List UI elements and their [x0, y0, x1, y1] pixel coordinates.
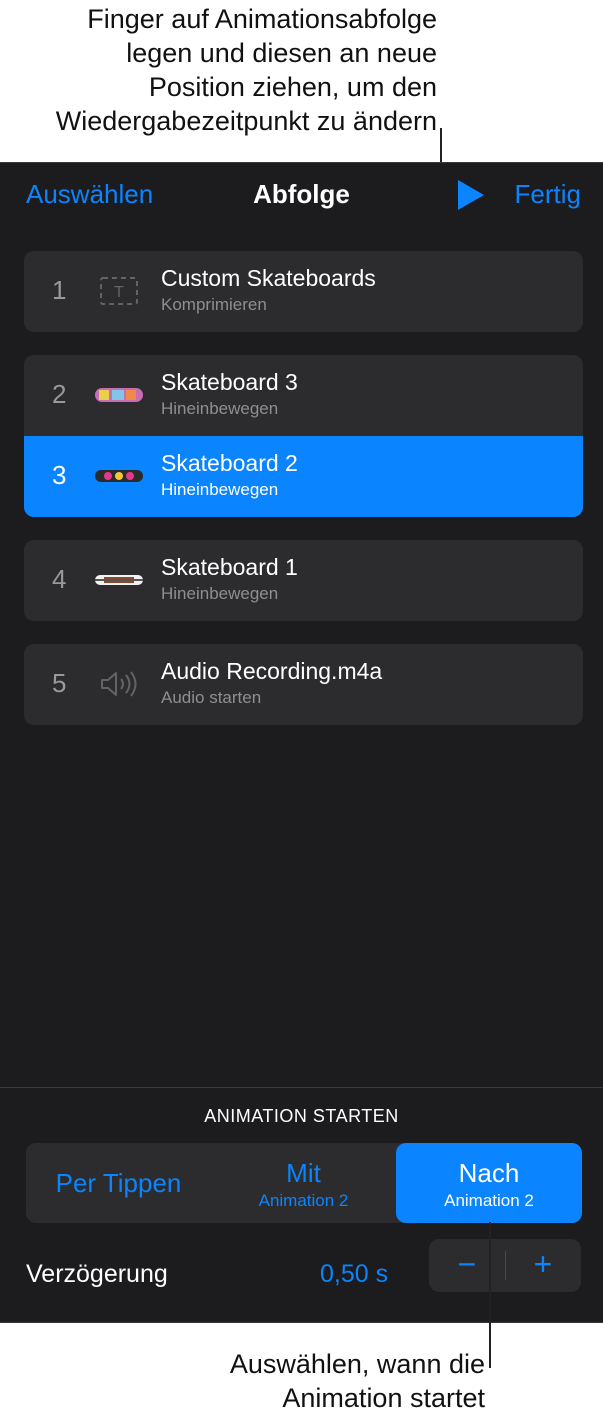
speaker-icon: [101, 671, 137, 697]
build-item-selected[interactable]: 3 Skateboard 2 Hineinbewegen: [24, 436, 583, 517]
item-subtitle: Hineinbewegen: [161, 584, 279, 603]
section-heading: ANIMATION STARTEN: [204, 1106, 399, 1126]
build-item[interactable]: 5 Audio Recording.m4a Audio starten: [24, 644, 583, 725]
svg-text:T: T: [114, 284, 124, 301]
item-number: 3: [52, 460, 67, 490]
segment-label: Nach: [458, 1158, 520, 1188]
skateboard-thumbnail: [95, 470, 143, 482]
segment-label: Mit: [286, 1158, 321, 1188]
delay-value: 0,50 s: [320, 1260, 389, 1288]
item-number: 5: [52, 668, 67, 698]
callout-line: legen und diesen an neue: [126, 38, 437, 68]
delay-stepper: − +: [429, 1239, 581, 1292]
item-title: Skateboard 2: [161, 450, 298, 476]
start-segmented-control: Per Tippen Mit Animation 2 Nach Animatio…: [26, 1143, 582, 1223]
item-title: Skateboard 1: [161, 554, 298, 580]
callout-leader-line: [489, 1222, 491, 1368]
build-item[interactable]: 4 Skateboard 1 Hineinbewegen: [24, 540, 583, 621]
delay-label: Verzögerung: [26, 1260, 168, 1288]
item-title: Skateboard 3: [161, 369, 298, 395]
item-number: 1: [52, 275, 67, 305]
item-number: 2: [52, 379, 67, 409]
page-title: Abfolge: [253, 179, 350, 209]
play-icon[interactable]: [458, 180, 484, 210]
callout-line: Wiedergabezeitpunkt zu ändern: [55, 106, 437, 136]
callout-line: Auswählen, wann die: [229, 1349, 485, 1379]
skateboard-thumbnail: [95, 388, 143, 402]
item-subtitle: Komprimieren: [161, 295, 267, 314]
segment-sublabel: Animation 2: [258, 1191, 349, 1210]
callout-line: Position ziehen, um den: [148, 72, 437, 102]
item-subtitle: Audio starten: [161, 688, 262, 707]
divider: [0, 1087, 603, 1088]
segment-on-tap[interactable]: Per Tippen: [26, 1143, 211, 1223]
callout-reorder: Finger auf Animationsabfolge legen und d…: [7, 2, 437, 138]
skateboard-thumbnail: [95, 575, 143, 585]
item-subtitle: Hineinbewegen: [161, 480, 279, 499]
callout-line: Finger auf Animationsabfolge: [87, 4, 437, 34]
item-title: Audio Recording.m4a: [161, 658, 383, 684]
segment-with[interactable]: Mit Animation 2: [211, 1143, 396, 1223]
header-bar: Auswählen Abfolge Fertig: [0, 163, 603, 229]
item-number: 4: [52, 564, 67, 594]
build-item[interactable]: 1 T Custom Skateboards Komprimieren: [24, 251, 583, 332]
segment-after[interactable]: Nach Animation 2: [396, 1143, 582, 1223]
text-box-icon: T: [100, 277, 138, 305]
item-subtitle: Hineinbewegen: [161, 399, 279, 418]
done-button[interactable]: Fertig: [515, 179, 581, 210]
build-order-panel: Auswählen Abfolge Fertig 1 T Custom Skat…: [0, 162, 603, 1323]
segment-label: Per Tippen: [55, 1168, 182, 1198]
callout-line: Animation startet: [282, 1383, 485, 1413]
segment-sublabel: Animation 2: [444, 1191, 534, 1210]
increment-button[interactable]: +: [505, 1239, 581, 1292]
item-title: Custom Skateboards: [161, 265, 376, 291]
decrement-button[interactable]: −: [429, 1239, 505, 1292]
build-item[interactable]: 2 Skateboard 3 Hineinbewegen: [24, 355, 583, 436]
callout-start-timing: Auswählen, wann die Animation startet: [85, 1347, 485, 1415]
